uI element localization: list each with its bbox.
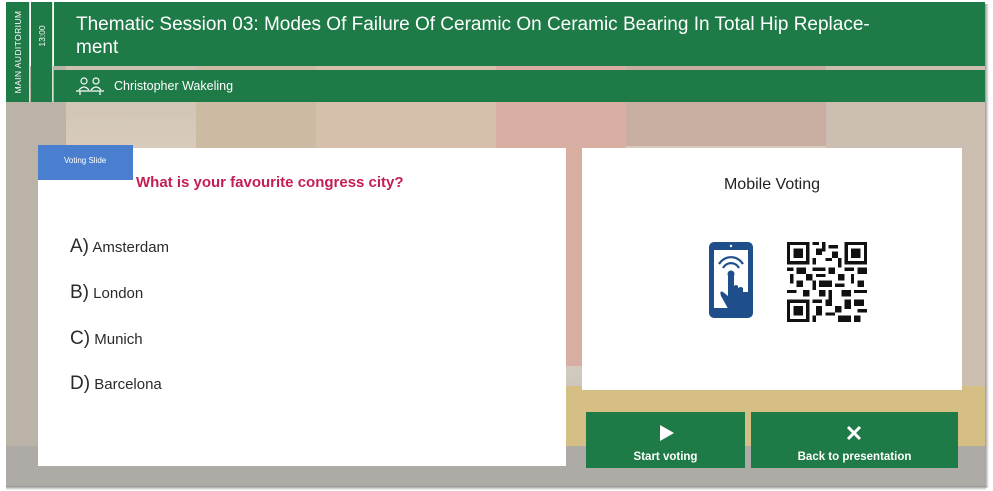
option-c[interactable]: C) Munich — [70, 328, 143, 350]
option-d[interactable]: D) Barcelona — [70, 373, 162, 395]
session-title: Thematic Session 03: Modes Of Failure Of… — [76, 14, 870, 58]
window-shadow-right — [985, 4, 989, 488]
start-voting-label: Start voting — [633, 451, 698, 463]
session-time: 13:00 — [31, 2, 53, 102]
room-label: MAIN AUDITORIUM — [6, 2, 30, 102]
session-time-text: 13:00 — [36, 25, 47, 47]
speaker-bar: Christopher Wakeling — [54, 70, 985, 102]
window-shadow-bottom — [6, 486, 986, 490]
qr-code-icon — [787, 242, 867, 322]
back-to-presentation-button[interactable]: Back to presentation — [751, 412, 958, 468]
option-letter: D) — [70, 373, 91, 394]
speaker-name: Christopher Wakeling — [114, 79, 234, 93]
option-letter: A) — [70, 236, 89, 257]
option-letter: B) — [70, 282, 89, 303]
speakers-icon — [76, 77, 104, 95]
option-letter: C) — [70, 328, 91, 349]
option-label: Amsterdam — [92, 239, 170, 256]
question-text: What is your favourite congress city? — [136, 174, 404, 191]
play-icon — [660, 425, 674, 441]
start-voting-button[interactable]: Start voting — [586, 412, 745, 468]
option-b[interactable]: B) London — [70, 282, 143, 304]
phone-tap-icon — [709, 242, 753, 318]
back-to-presentation-label: Back to presentation — [797, 451, 912, 463]
option-label: London — [93, 285, 144, 302]
close-icon — [846, 425, 862, 441]
voting-slide-tag: Voting Slide — [38, 145, 133, 180]
option-label: Munich — [94, 331, 143, 348]
mobile-voting-title: Mobile Voting — [723, 176, 821, 193]
option-a[interactable]: A) Amsterdam — [70, 236, 169, 258]
option-label: Barcelona — [94, 376, 162, 393]
title-bar: Thematic Session 03: Modes Of Failure Of… — [54, 2, 985, 66]
question-panel: What is your favourite congress city? A)… — [38, 148, 566, 466]
mobile-voting-panel: Mobile Voting — [582, 148, 962, 390]
room-text: MAIN AUDITORIUM — [12, 10, 23, 94]
